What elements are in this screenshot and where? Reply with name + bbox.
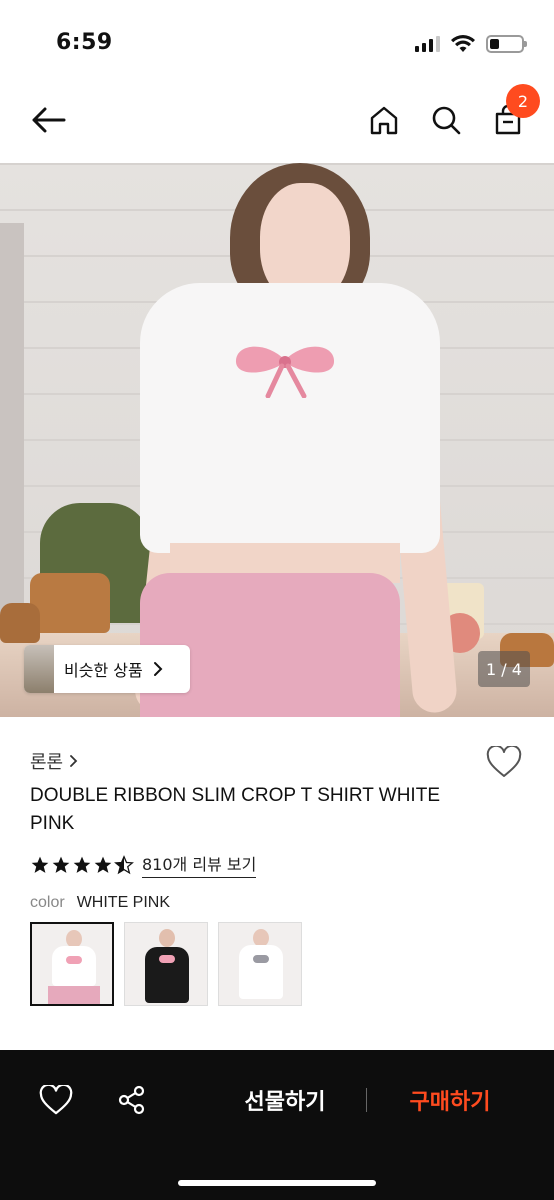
status-time: 6:59 <box>56 30 113 55</box>
product-title: DOUBLE RIBBON SLIM CROP T SHIRT WHITE PI… <box>30 785 440 834</box>
back-button[interactable] <box>26 98 70 142</box>
photo-detail <box>159 955 175 963</box>
swatch-white-grey[interactable] <box>218 922 302 1006</box>
top-nav: 2 <box>0 82 554 162</box>
search-button[interactable] <box>424 98 468 142</box>
status-icons <box>415 34 527 54</box>
chevron-right-icon <box>70 755 78 767</box>
bottom-action-bar: 선물하기 구매하기 <box>0 1050 554 1200</box>
gift-button[interactable]: 선물하기 <box>220 1080 350 1120</box>
image-page-indicator: 1 / 4 <box>478 651 530 687</box>
brand-name: 론론 <box>30 752 64 773</box>
rating-row: 810개 리뷰 보기 <box>30 851 257 878</box>
ribbon-graphic <box>235 346 335 398</box>
cellular-signal-icon <box>415 36 440 52</box>
photo-detail <box>30 573 110 633</box>
star-rating <box>30 854 134 875</box>
share-icon <box>118 1085 145 1115</box>
star-icon <box>31 856 49 873</box>
photo-detail <box>239 945 283 999</box>
photo-detail <box>0 603 40 643</box>
photo-detail <box>48 986 100 1004</box>
star-icon <box>52 856 70 873</box>
similar-thumbnail <box>24 645 54 693</box>
color-swatches <box>30 922 302 1006</box>
option-value: WHITE PINK <box>76 894 171 911</box>
swatch-black-pink[interactable] <box>124 922 208 1006</box>
heart-outline-icon <box>486 746 522 777</box>
swatch-white-pink[interactable] <box>30 922 114 1006</box>
wishlist-button[interactable] <box>484 742 524 782</box>
arrow-left-icon <box>32 107 66 133</box>
cart-count-badge: 2 <box>506 84 540 118</box>
heart-outline-icon <box>39 1085 73 1115</box>
photo-detail <box>66 956 82 964</box>
chevron-right-icon <box>153 662 163 676</box>
photo-detail <box>159 929 175 947</box>
home-button[interactable] <box>362 98 406 142</box>
star-icon <box>94 856 112 873</box>
home-icon <box>370 106 398 135</box>
review-link[interactable]: 810개 리뷰 보기 <box>142 851 257 878</box>
product-image-carousel[interactable]: 비슷한 상품 1 / 4 <box>0 163 554 717</box>
status-bar: 6:59 <box>0 0 554 80</box>
battery-icon <box>486 35 527 53</box>
cart-button[interactable]: 2 <box>486 84 540 142</box>
photo-detail <box>52 946 96 986</box>
similar-products-label: 비슷한 상품 <box>64 661 143 680</box>
share-button[interactable] <box>112 1080 152 1120</box>
color-option-row: color WHITE PINK <box>30 894 170 912</box>
brand-link[interactable]: 론론 <box>30 748 78 774</box>
home-indicator <box>178 1180 376 1186</box>
option-label: color <box>30 894 65 911</box>
bottom-wishlist-button[interactable] <box>36 1080 76 1120</box>
divider <box>366 1088 367 1112</box>
star-icon <box>73 856 91 873</box>
similar-products-button[interactable]: 비슷한 상품 <box>24 645 190 693</box>
buy-button[interactable]: 구매하기 <box>390 1080 510 1120</box>
wifi-icon <box>451 35 475 52</box>
search-icon <box>432 106 461 135</box>
photo-detail <box>140 283 440 553</box>
photo-detail <box>253 955 269 963</box>
star-half-icon <box>114 854 134 874</box>
